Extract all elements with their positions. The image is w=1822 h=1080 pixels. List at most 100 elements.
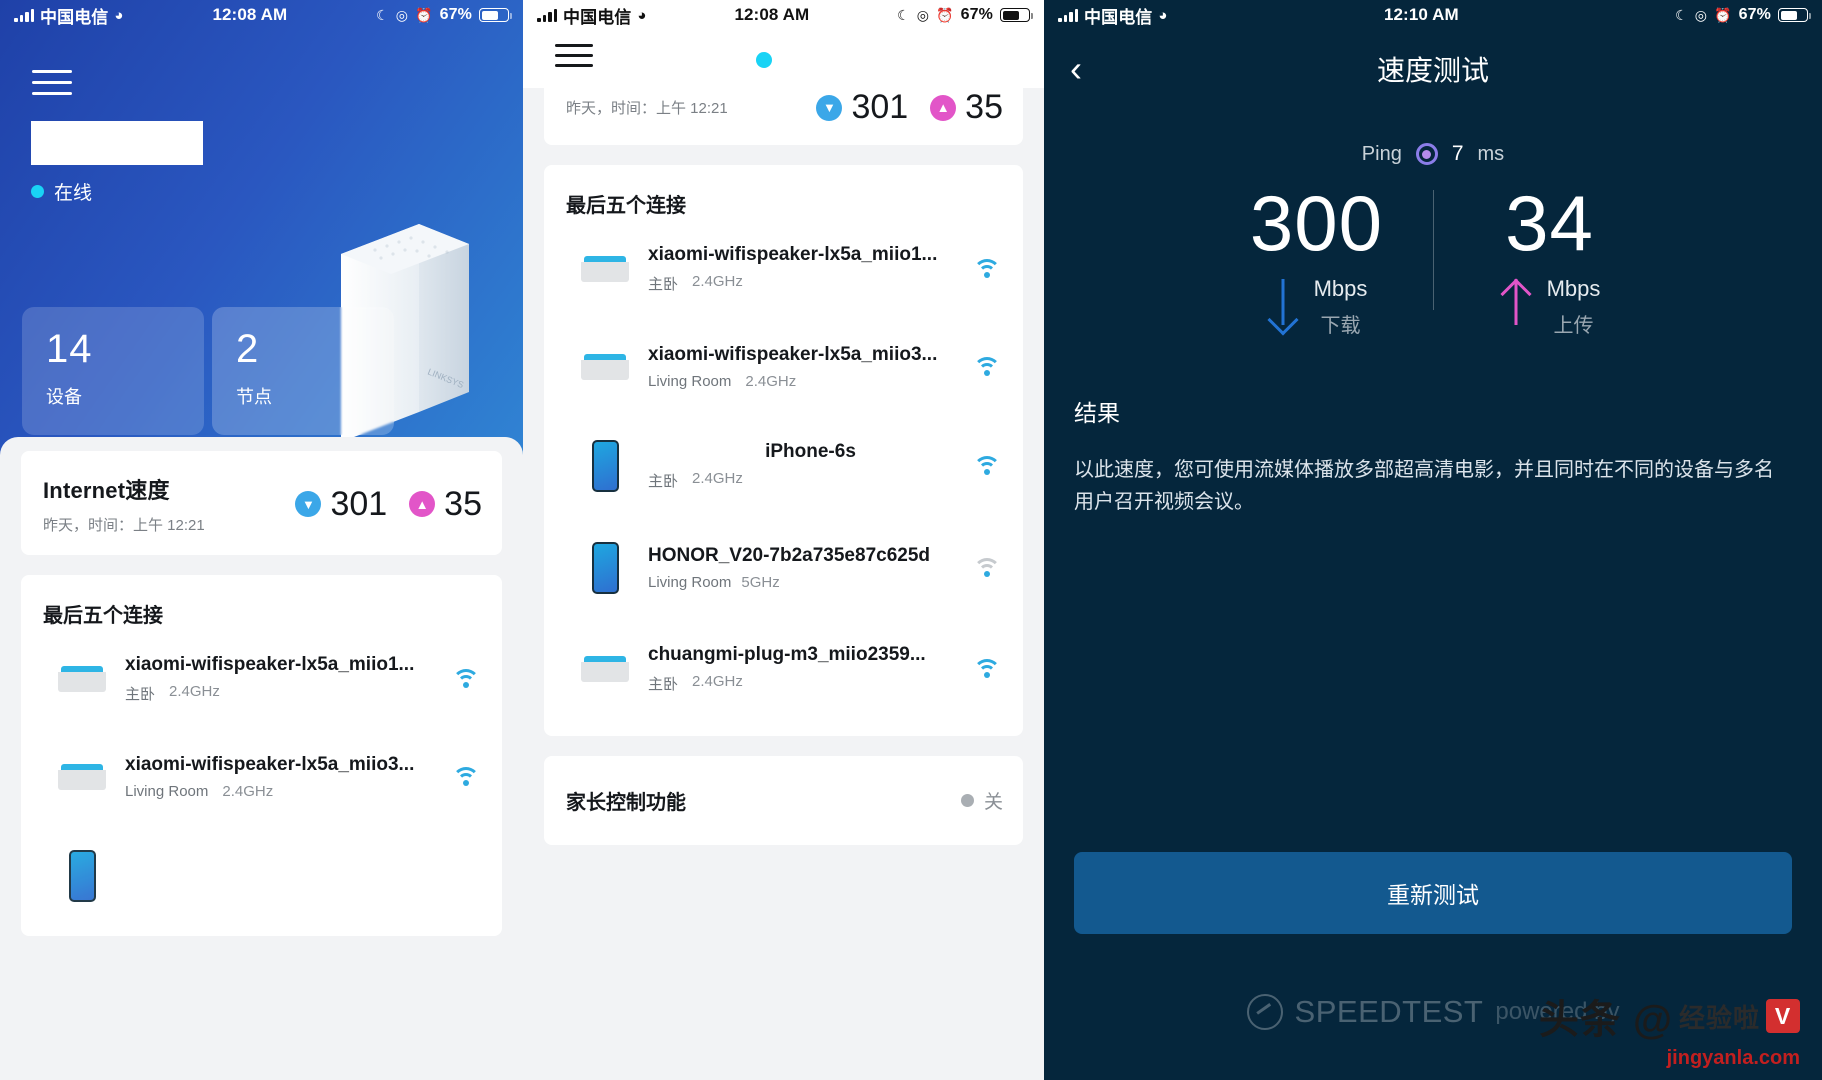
- upload-value: 35: [444, 484, 482, 523]
- device-band: 2.4GHz: [692, 273, 743, 290]
- download-labels: Mbps 下载: [1314, 276, 1368, 338]
- status-bar-panel3: 中国电信 ◕ 12:10 AM ☾ ◎ ⏰ 67%: [1044, 0, 1822, 30]
- status-dot-icon: [960, 794, 974, 807]
- panel-dashboard: 中国电信 ◕ 12:08 AM ☾ ◎ ⏰ 67% 在线 LINKSYS 14 …: [0, 0, 523, 1080]
- clock-label: 12:08 AM: [734, 5, 810, 24]
- download-result: 300 Mbps 下载: [1201, 184, 1433, 338]
- device-name: chuangmi-plug-m3_miio2359...: [648, 644, 926, 665]
- wifi-status-icon: ◕: [1158, 6, 1168, 24]
- cellular-signal-icon: [1058, 8, 1078, 22]
- speed-card-title: Internet速度: [43, 478, 170, 503]
- wifi-status-icon: ◕: [637, 6, 647, 24]
- stat-cards: 14 设备 2 节点: [22, 307, 394, 435]
- devices-label: 设备: [46, 387, 82, 407]
- table-row[interactable]: xiaomi-wifispeaker-lx5a_miio3... Living …: [566, 318, 1003, 414]
- device-band: 2.4GHz: [745, 373, 797, 390]
- upload-value: 34: [1505, 179, 1594, 267]
- back-button[interactable]: ‹: [1070, 51, 1082, 87]
- retest-button[interactable]: 重新测试: [1074, 852, 1792, 934]
- stat-card-nodes[interactable]: 2 节点: [212, 307, 394, 435]
- panel-dashboard-scrolled: 中国电信 ◕ 12:08 AM ☾ ◎ ⏰ 67% 昨天，时间：上午 12:21…: [523, 0, 1044, 1080]
- alarm-icon: ⏰: [1714, 6, 1732, 23]
- table-row[interactable]: xiaomi-wifispeaker-lx5a_miio3... Living …: [43, 728, 482, 824]
- ping-indicator-icon: [1415, 143, 1438, 165]
- wifi-signal-icon: [973, 455, 1001, 477]
- device-name: HONOR_V20-7b2a735e87c625d: [648, 545, 931, 566]
- speaker-puck-icon: [568, 354, 642, 380]
- table-row[interactable]: xiaomi-wifispeaker-lx5a_miio1... 主卧 2.4G…: [566, 218, 1003, 318]
- download-value: 300: [1249, 179, 1384, 267]
- device-meta: Living Room 2.4GHz: [648, 373, 973, 390]
- cellular-signal-icon: [537, 8, 557, 22]
- status-right: ☾ ◎ ⏰ 67%: [897, 6, 1033, 24]
- speed-test-navbar: ‹ 速度测试: [1044, 30, 1822, 108]
- ping-label: Ping: [1361, 142, 1402, 165]
- upload-unit-row: Mbps 上传: [1434, 276, 1666, 338]
- watermark-handle: 经验啦: [1678, 1002, 1760, 1033]
- table-row[interactable]: HONOR_V20-7b2a735e87c625d Living Room 5G…: [566, 516, 1003, 618]
- speaker-puck-icon: [45, 666, 119, 692]
- device-meta: 主卧 2.4GHz: [648, 470, 973, 491]
- panel2-body: 昨天，时间：上午 12:21 ▼ 301 ▲ 35 最后五个连接 xiaomi-…: [523, 88, 1044, 845]
- upload-value-group: ▲ 35: [409, 485, 482, 524]
- watermark-main: 头条 @ 经验啦 V: [1539, 987, 1800, 1045]
- wifi-signal-icon: [452, 766, 480, 788]
- stat-card-devices[interactable]: 14 设备: [22, 307, 204, 435]
- battery-icon: [479, 8, 512, 22]
- menu-button[interactable]: [32, 70, 72, 95]
- dashboard-sheet: Internet速度 昨天，时间：上午 12:21 ▼ 301 ▲ 35 最后五…: [0, 437, 523, 1080]
- lock-rotation-icon: ◎: [916, 6, 930, 23]
- internet-speed-card[interactable]: Internet速度 昨天，时间：上午 12:21 ▼ 301 ▲ 35: [21, 451, 502, 555]
- table-row[interactable]: chuangmi-plug-m3_miio2359... 主卧 2.4GHz: [566, 618, 1003, 718]
- speed-results: 300 Mbps 下载 34 Mbps 上传: [1044, 184, 1822, 338]
- watermark-badge-icon: V: [1766, 999, 1800, 1033]
- recent-connections-card: 最后五个连接 xiaomi-wifispeaker-lx5a_miio1... …: [21, 575, 502, 936]
- status-dot-icon: [756, 52, 772, 68]
- device-info: iPhone-6s 主卧 2.4GHz: [642, 441, 973, 491]
- carrier-label: 中国电信: [1084, 7, 1153, 27]
- upload-label: 上传: [1553, 315, 1594, 337]
- devices-count: 14: [46, 327, 93, 371]
- internet-speed-card[interactable]: 昨天，时间：上午 12:21 ▼ 301 ▲ 35: [544, 88, 1023, 145]
- upload-value-group: ▲ 35: [930, 88, 1003, 127]
- status-bar-panel2: 中国电信 ◕ 12:08 AM ☾ ◎ ⏰ 67%: [523, 0, 1044, 30]
- device-band: 2.4GHz: [692, 470, 743, 487]
- speaker-puck-icon: [568, 256, 642, 282]
- battery-percent-label: 67%: [960, 6, 993, 23]
- device-room: 主卧: [648, 276, 679, 293]
- nodes-count: 2: [236, 327, 260, 371]
- device-name: xiaomi-wifispeaker-lx5a_miio3...: [648, 344, 938, 365]
- device-band: 2.4GHz: [222, 783, 274, 800]
- watermark-url: jingyanla.com: [1666, 1047, 1800, 1069]
- wifi-signal-icon: [973, 658, 1001, 680]
- device-room: Living Room: [648, 574, 732, 591]
- recent-connections-card: 最后五个连接 xiaomi-wifispeaker-lx5a_miio1... …: [544, 165, 1023, 736]
- speed-card-subtitle: 昨天，时间：上午 12:21: [43, 517, 205, 534]
- table-row[interactable]: xiaomi-wifispeaker-lx5a_miio1... 主卧 2.4G…: [43, 628, 482, 728]
- menu-button[interactable]: [555, 44, 593, 67]
- phone-icon: [45, 850, 119, 902]
- table-row[interactable]: [43, 824, 482, 926]
- cellular-signal-icon: [14, 8, 34, 22]
- status-dot-icon: [31, 185, 44, 198]
- download-value: 301: [851, 88, 909, 126]
- parental-control-card[interactable]: 家长控制功能 关: [544, 756, 1023, 845]
- recent-connections-title: 最后五个连接: [43, 605, 163, 627]
- clock-label: 12:10 AM: [1383, 5, 1459, 24]
- online-status: 在线: [31, 178, 92, 205]
- network-name-redacted: [31, 121, 203, 165]
- download-unit-row: Mbps 下载: [1201, 276, 1433, 338]
- status-left: 中国电信 ◕: [537, 3, 647, 28]
- device-name: xiaomi-wifispeaker-lx5a_miio1...: [648, 244, 938, 265]
- parental-control-state: 关: [960, 787, 1003, 814]
- panel-speed-test: 中国电信 ◕ 12:10 AM ☾ ◎ ⏰ 67% ‹ 速度测试 Ping 7 …: [1044, 0, 1822, 1080]
- moon-icon: ☾: [897, 6, 910, 23]
- speed-card-text: Internet速度 昨天，时间：上午 12:21: [43, 473, 205, 535]
- table-row[interactable]: iPhone-6s 主卧 2.4GHz: [566, 414, 1003, 516]
- upload-arrow-icon: ▲: [930, 94, 957, 121]
- arrow-up-icon: [1499, 278, 1533, 335]
- speaker-puck-icon: [45, 764, 119, 790]
- device-meta: 主卧 2.4GHz: [648, 673, 973, 694]
- nodes-label: 节点: [236, 387, 272, 407]
- panel2-navbar: [523, 30, 1044, 88]
